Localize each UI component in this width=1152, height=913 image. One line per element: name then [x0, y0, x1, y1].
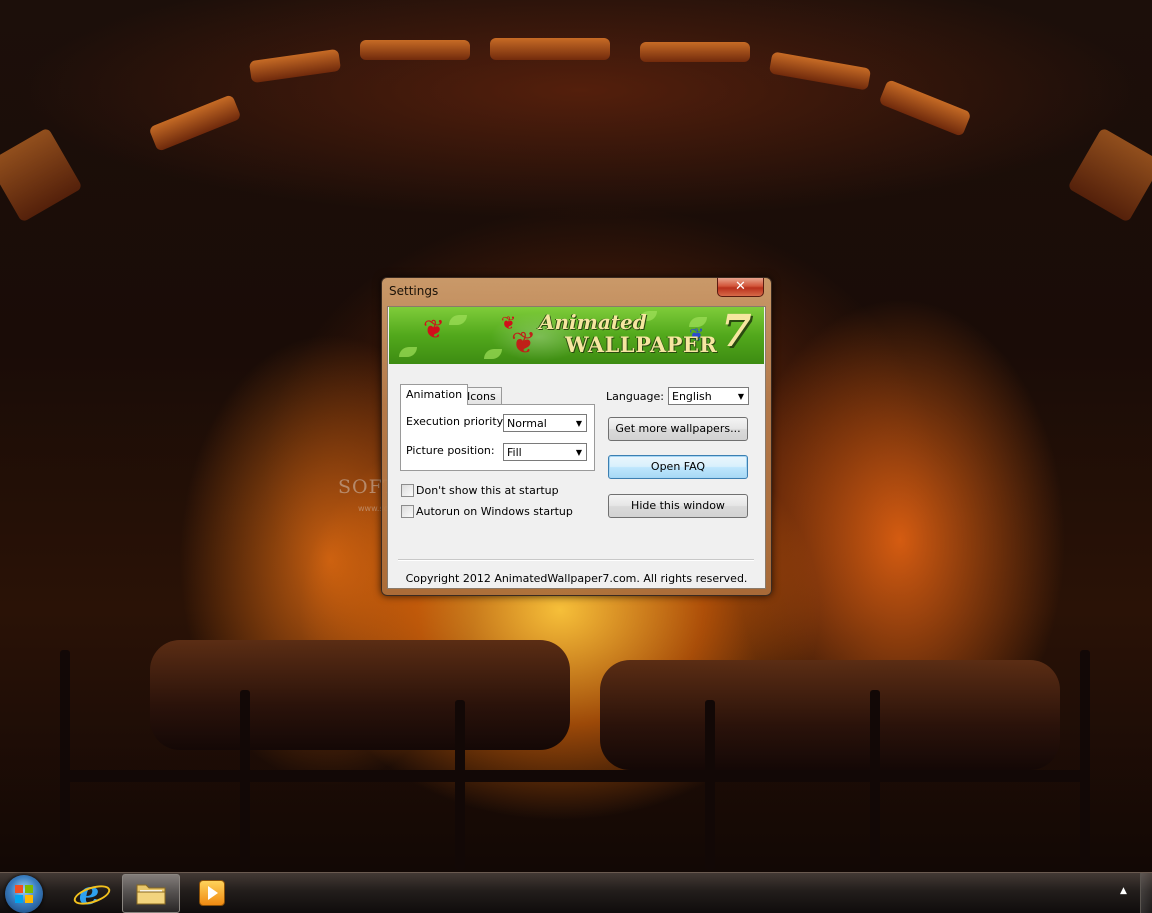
arch-stone: [640, 42, 750, 62]
dont-show-at-startup-label[interactable]: Don't show this at startup: [416, 484, 559, 497]
picture-position-value: Fill: [507, 446, 522, 459]
picture-position-select[interactable]: Fill ▼: [503, 443, 587, 461]
arch-stone: [0, 127, 83, 223]
arch-stone: [768, 51, 872, 91]
language-label: Language:: [606, 390, 664, 403]
windows-explorer-button[interactable]: [122, 874, 180, 913]
folder-icon: [136, 884, 166, 905]
fire-grate: [60, 650, 70, 870]
dropdown-arrow-icon: ▼: [737, 392, 744, 401]
autorun-on-startup-checkbox[interactable]: [401, 505, 414, 518]
show-hidden-icons-arrow-icon[interactable]: ▲: [1120, 886, 1127, 896]
arch-stone: [878, 79, 972, 137]
taskbar: e ▲: [0, 872, 1152, 913]
fire-grate: [455, 700, 465, 870]
copyright-text: Copyright 2012 AnimatedWallpaper7.com. A…: [405, 572, 748, 585]
log: [150, 640, 570, 750]
arch-stone: [1067, 127, 1152, 223]
log: [600, 660, 1060, 770]
start-button[interactable]: [5, 875, 43, 913]
execution-priority-select[interactable]: Normal ▼: [503, 414, 587, 432]
leaf-decoration: [399, 347, 417, 357]
get-more-wallpapers-button[interactable]: Get more wallpapers...: [608, 417, 748, 441]
banner-title-line1: Animated: [539, 310, 647, 334]
autorun-on-startup-label[interactable]: Autorun on Windows startup: [416, 505, 573, 518]
dropdown-arrow-icon: ▼: [575, 419, 582, 428]
windows-media-player-icon[interactable]: [199, 880, 225, 906]
hide-window-button[interactable]: Hide this window: [608, 494, 748, 518]
language-value: English: [672, 390, 712, 403]
leaf-decoration: [449, 315, 467, 325]
arch-stone: [248, 48, 342, 84]
dialog-client-area: ❦ ❦ ❦ ❦ Animated WALLPAPER 7 Animation I…: [387, 306, 766, 589]
animated-wallpaper-banner: ❦ ❦ ❦ ❦ Animated WALLPAPER 7: [389, 307, 764, 364]
execution-priority-label: Execution priority:: [406, 415, 507, 428]
divider: [398, 559, 754, 561]
animation-tab-panel: Execution priority: Normal ▼ Picture pos…: [400, 404, 595, 471]
dropdown-arrow-icon: ▼: [575, 448, 582, 457]
tab-animation[interactable]: Animation: [400, 384, 469, 405]
windows-logo-icon: [15, 885, 33, 903]
fire-grate: [705, 700, 715, 870]
dont-show-at-startup-checkbox[interactable]: [401, 484, 414, 497]
butterfly-icon: ❦: [423, 315, 445, 345]
leaf-decoration: [484, 349, 502, 359]
open-faq-button[interactable]: Open FAQ: [608, 455, 748, 479]
settings-dialog: Settings ✕ ❦ ❦ ❦ ❦ Animated WALLPAPER 7 …: [381, 277, 772, 596]
arch-stone: [360, 40, 470, 60]
window-title: Settings: [389, 284, 439, 298]
arch-stone: [490, 38, 610, 60]
close-button[interactable]: ✕: [717, 278, 764, 297]
fire-grate: [1080, 650, 1090, 870]
show-desktop-button[interactable]: [1140, 873, 1152, 913]
arch-stone: [148, 94, 242, 152]
execution-priority-value: Normal: [507, 417, 547, 430]
butterfly-icon: ❦: [511, 326, 537, 361]
banner-title-line2: WALLPAPER: [565, 332, 718, 357]
picture-position-label: Picture position:: [406, 444, 495, 457]
banner-version-number: 7: [721, 307, 752, 357]
internet-explorer-icon[interactable]: e: [71, 876, 113, 910]
language-select[interactable]: English ▼: [668, 387, 749, 405]
fire-grate: [60, 770, 1090, 782]
